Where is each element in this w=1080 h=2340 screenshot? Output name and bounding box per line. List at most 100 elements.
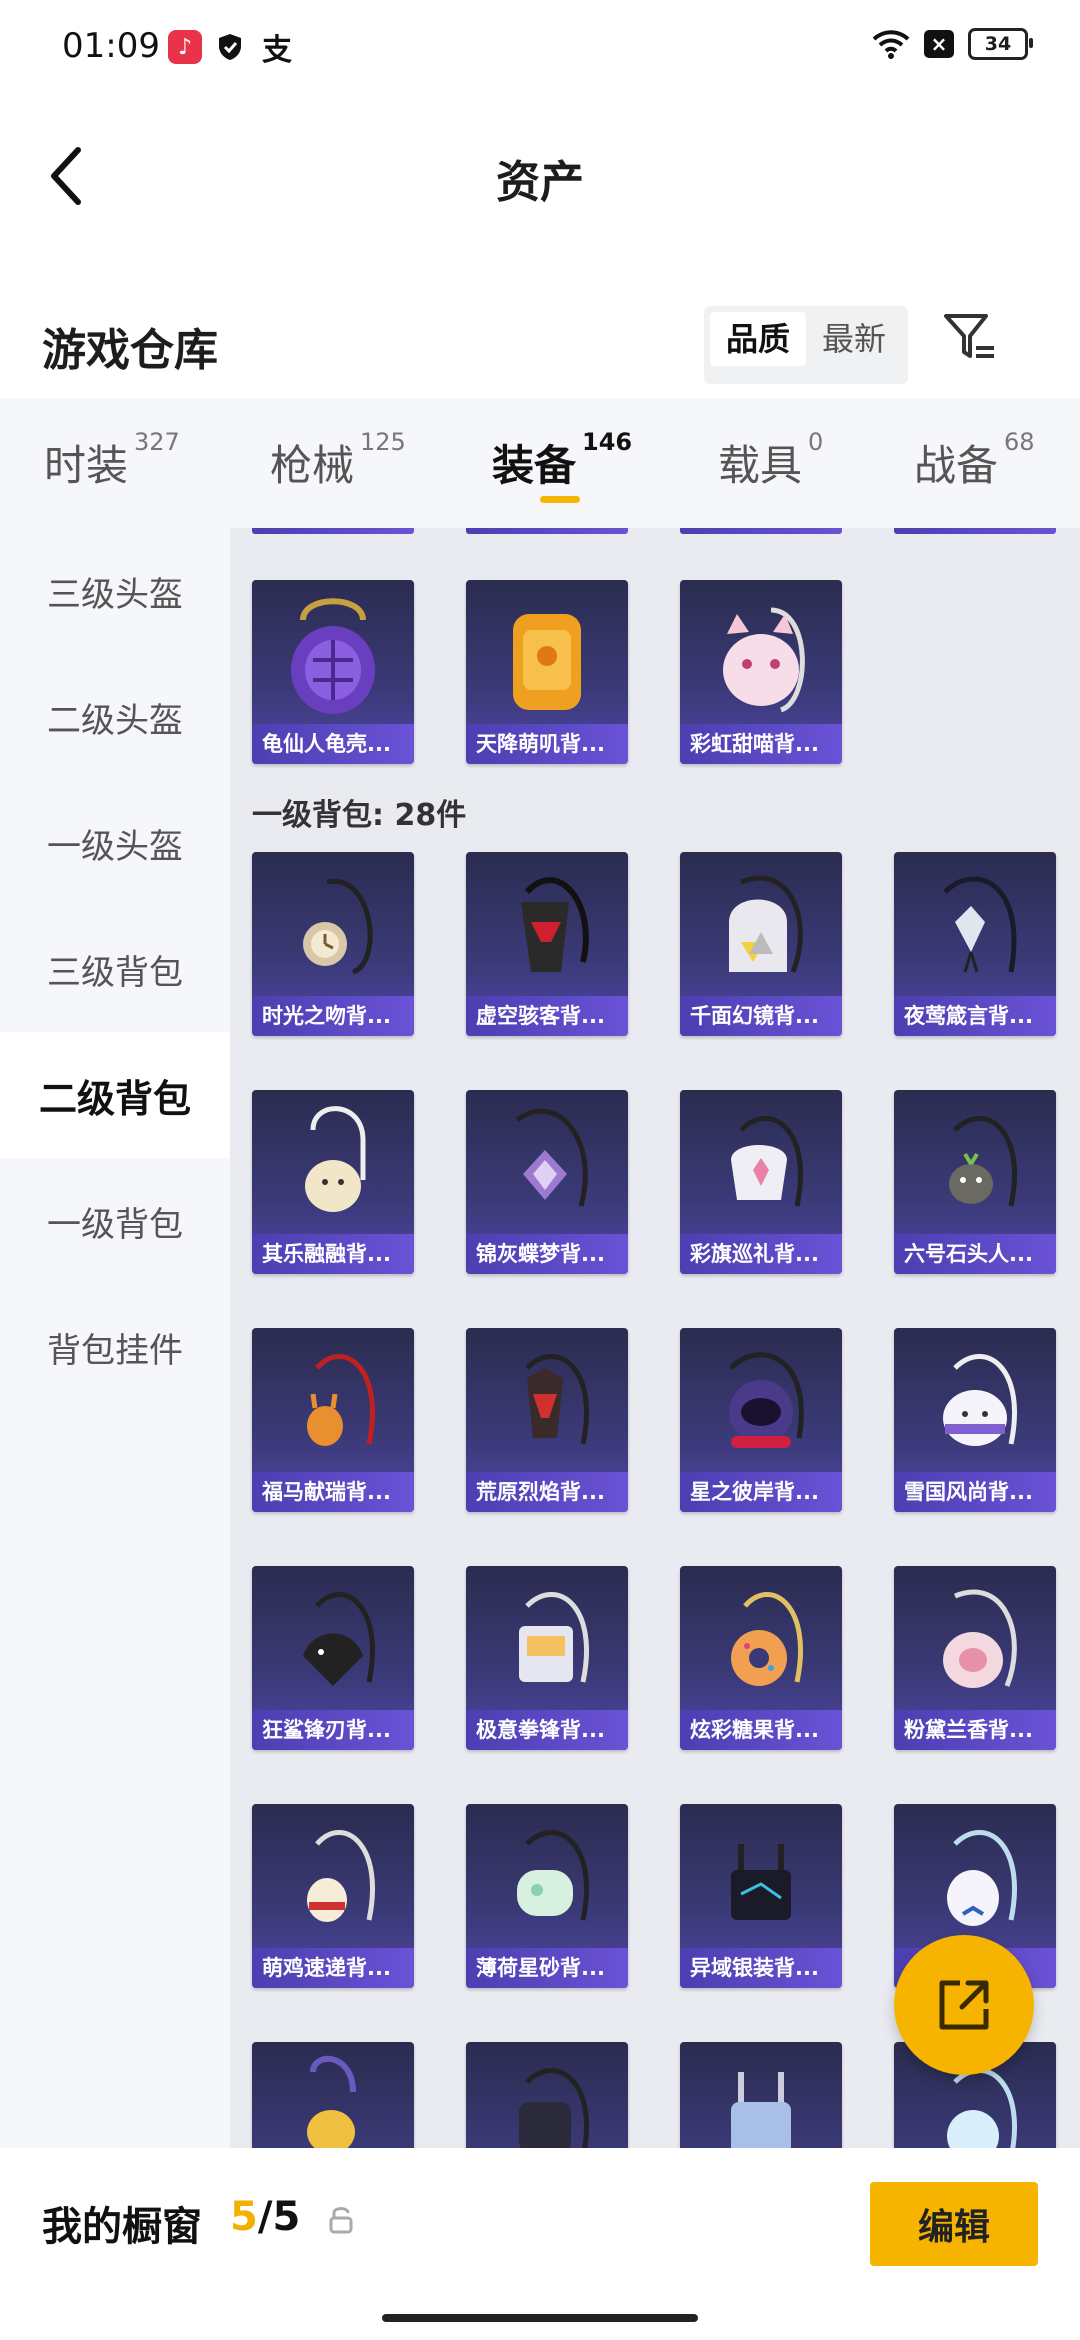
backpack-image <box>252 1090 414 1240</box>
item-card[interactable]: 夜莺箴言背... <box>894 852 1056 1036</box>
item-card[interactable]: 薄荷星砂背... <box>466 1804 628 1988</box>
status-bar: 01:09 ♪ 支 × 34 <box>0 0 1080 96</box>
shield-app-icon <box>213 30 247 64</box>
item-card[interactable]: 六号石头人... <box>894 1090 1056 1274</box>
backpack-image <box>466 580 628 730</box>
tab-count: 0 <box>808 428 824 456</box>
battery-icon: 34 <box>968 28 1033 60</box>
sidebar-item-helmet-1[interactable]: 一级头盔 <box>0 780 230 906</box>
item-card[interactable]: 雪国风尚背... <box>894 1328 1056 1512</box>
alipay-app-icon: 支 <box>262 33 292 68</box>
item-card[interactable]: 虚空骇客背... <box>466 852 628 1036</box>
item-name: 彩旗巡礼背... <box>680 1234 842 1274</box>
item-card[interactable]: 龟仙人龟壳... <box>252 580 414 764</box>
tab-firearms[interactable]: 枪械 125 <box>270 428 406 493</box>
home-indicator <box>382 2314 698 2322</box>
item-name: 极意拳锋背... <box>466 1710 628 1750</box>
sidebar-item-backpack-3[interactable]: 三级背包 <box>0 906 230 1032</box>
backpack-image <box>252 1566 414 1716</box>
item-name: 锦灰蝶梦背... <box>466 1234 628 1274</box>
item-name: 粉黛兰香背... <box>894 1710 1056 1750</box>
item-grid: 龟仙人龟壳... 天降萌叽背... 彩虹甜喵背... 一级背包: 28件 时光之… <box>230 528 1080 2148</box>
item-name: 千面幻镜背... <box>680 996 842 1036</box>
edit-button[interactable]: 编辑 <box>870 2182 1038 2266</box>
item-card[interactable]: 彩虹甜喵背... <box>680 580 842 764</box>
no-sim-icon: × <box>924 30 954 58</box>
sidebar-item-helmet-3[interactable]: 三级头盔 <box>0 528 230 654</box>
tab-equipment[interactable]: 装备 146 <box>492 428 632 493</box>
item-name: 星之彼岸背... <box>680 1472 842 1512</box>
tab-gear[interactable]: 战备 68 <box>914 428 1035 493</box>
item-card[interactable] <box>252 2042 414 2148</box>
sort-quality-button[interactable]: 品质 <box>710 312 807 366</box>
tab-fashion[interactable]: 时装 327 <box>44 428 180 493</box>
backpack-image <box>680 1090 842 1240</box>
backpack-image <box>894 1566 1056 1716</box>
item-card[interactable]: 极意拳锋背... <box>466 1566 628 1750</box>
item-card[interactable]: 彩旗巡礼背... <box>680 1090 842 1274</box>
item-card[interactable] <box>680 2042 842 2148</box>
item-card[interactable]: 时光之吻背... <box>252 852 414 1036</box>
item-card[interactable]: 炫彩糖果背... <box>680 1566 842 1750</box>
backpack-image <box>680 580 842 730</box>
backpack-image <box>466 2042 628 2148</box>
tab-count: 327 <box>134 428 180 456</box>
subcategory-sidebar: 三级头盔 二级头盔 一级头盔 三级背包 二级背包 一级背包 背包挂件 <box>0 528 230 2148</box>
item-card[interactable]: 星之彼岸背... <box>680 1328 842 1512</box>
item-card[interactable]: 锦灰蝶梦背... <box>466 1090 628 1274</box>
item-card[interactable]: 粉黛兰香背... <box>894 1566 1056 1750</box>
backpack-image <box>894 1090 1056 1240</box>
page-title: 资产 <box>496 157 584 208</box>
music-app-icon: ♪ <box>168 30 202 64</box>
item-name: 其乐融融背... <box>252 1234 414 1274</box>
backpack-image <box>466 1328 628 1478</box>
item-name: 薄荷星砂背... <box>466 1948 628 1988</box>
sidebar-item-backpack-1[interactable]: 一级背包 <box>0 1158 230 1284</box>
backpack-image <box>252 2042 414 2148</box>
lock-icon <box>328 2204 354 2234</box>
item-name: 福马献瑞背... <box>252 1472 414 1512</box>
backpack-image <box>252 852 414 1002</box>
wifi-icon <box>872 30 910 59</box>
category-tabs: 时装 327 枪械 125 装备 146 载具 0 战备 68 <box>0 398 1080 528</box>
showcase-count: 5/5 <box>230 2194 300 2240</box>
tab-vehicles[interactable]: 载具 0 <box>718 428 823 493</box>
backpack-image <box>894 1328 1056 1478</box>
item-card[interactable]: 异域银装背... <box>680 1804 842 1988</box>
item-name: 雪国风尚背... <box>894 1472 1056 1512</box>
item-name: 龟仙人龟壳... <box>252 724 414 764</box>
status-right: × 34 <box>872 28 1033 60</box>
backpack-image <box>252 1328 414 1478</box>
item-card[interactable]: 天降萌叽背... <box>466 580 628 764</box>
sidebar-item-helmet-2[interactable]: 二级头盔 <box>0 654 230 780</box>
backpack-image <box>680 852 842 1002</box>
backpack-image <box>680 2042 842 2148</box>
item-name: 炫彩糖果背... <box>680 1710 842 1750</box>
item-name: 天降萌叽背... <box>466 724 628 764</box>
filter-button[interactable] <box>940 308 1000 368</box>
item-card[interactable]: 荒原烈焰背... <box>466 1328 628 1512</box>
item-name: 狂鲨锋刃背... <box>252 1710 414 1750</box>
backpack-image <box>680 1566 842 1716</box>
item-card[interactable]: 千面幻镜背... <box>680 852 842 1036</box>
tab-count: 146 <box>582 428 633 456</box>
share-button[interactable] <box>894 1935 1034 2075</box>
sidebar-item-backpack-charm[interactable]: 背包挂件 <box>0 1284 230 1410</box>
backpack-image <box>466 1090 628 1240</box>
item-card[interactable]: 其乐融融背... <box>252 1090 414 1274</box>
item-card[interactable]: 福马献瑞背... <box>252 1328 414 1512</box>
active-tab-indicator <box>540 496 580 503</box>
sort-toggle: 品质 最新 <box>704 306 909 384</box>
showcase-label: 我的橱窗 <box>42 2204 202 2250</box>
sidebar-item-backpack-2[interactable]: 二级背包 <box>0 1032 230 1158</box>
item-card[interactable]: 萌鸡速递背... <box>252 1804 414 1988</box>
backpack-image <box>680 1804 842 1954</box>
sort-newest-button[interactable]: 最新 <box>806 312 902 366</box>
tab-count: 68 <box>1004 428 1035 456</box>
item-card[interactable]: 狂鲨锋刃背... <box>252 1566 414 1750</box>
backpack-image <box>466 1804 628 1954</box>
card-edge <box>466 528 628 534</box>
showcase-total: 5 <box>272 2194 301 2240</box>
item-card[interactable] <box>466 2042 628 2148</box>
item-name: 荒原烈焰背... <box>466 1472 628 1512</box>
